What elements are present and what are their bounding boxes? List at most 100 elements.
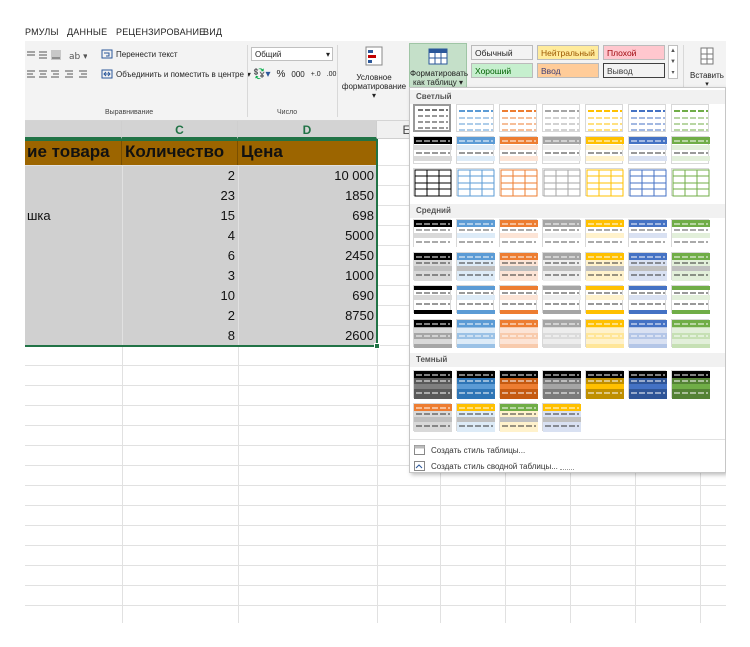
table-cell-quantity[interactable]: 2 xyxy=(123,166,238,186)
table-style-thumb[interactable] xyxy=(628,104,666,132)
format-as-table-button[interactable]: Форматировать как таблицу ▾ xyxy=(409,43,468,89)
table-cell-name[interactable]: шка xyxy=(25,206,122,226)
table-style-thumb[interactable] xyxy=(585,104,623,132)
table-cell-price[interactable]: 698 xyxy=(239,206,377,226)
table-cell-price[interactable]: 1000 xyxy=(239,266,377,286)
number-format-select[interactable]: Общий ▾ xyxy=(251,47,333,61)
resize-grip-icon[interactable] xyxy=(560,469,574,472)
table-style-thumb[interactable] xyxy=(585,252,624,281)
table-style-thumb[interactable] xyxy=(499,285,538,314)
table-style-thumb[interactable] xyxy=(542,104,580,132)
table-header-quantity[interactable]: Количество xyxy=(122,139,238,165)
table-style-thumb[interactable] xyxy=(456,319,495,348)
cell-style-output[interactable]: Вывод xyxy=(603,63,665,78)
table-cell-name[interactable] xyxy=(25,186,122,206)
cell-style-normal[interactable]: Обычный xyxy=(471,45,533,60)
conditional-formatting-button[interactable]: Условное форматирование ▾ xyxy=(341,43,407,107)
table-style-thumb[interactable] xyxy=(456,403,495,432)
currency-icon[interactable]: 💱▾ xyxy=(253,69,270,80)
cell-style-good[interactable]: Хороший xyxy=(471,63,533,78)
table-style-thumb[interactable] xyxy=(671,168,710,197)
table-style-thumb[interactable] xyxy=(542,252,581,281)
table-style-thumb[interactable] xyxy=(628,252,667,281)
table-style-thumb[interactable] xyxy=(585,370,624,399)
percent-button[interactable]: % xyxy=(276,69,285,80)
table-style-thumb[interactable] xyxy=(413,136,452,164)
table-cell-quantity[interactable]: 23 xyxy=(123,186,238,206)
table-style-thumb[interactable] xyxy=(456,252,495,281)
table-style-thumb[interactable] xyxy=(413,168,452,197)
table-cell-quantity[interactable]: 2 xyxy=(123,306,238,326)
table-cell-quantity[interactable]: 15 xyxy=(123,206,238,226)
table-style-thumb[interactable] xyxy=(413,219,452,248)
fill-handle[interactable] xyxy=(374,343,380,349)
table-style-thumb[interactable] xyxy=(585,136,624,164)
table-style-thumb[interactable] xyxy=(628,168,667,197)
table-style-thumb[interactable] xyxy=(499,219,538,248)
table-style-thumb[interactable] xyxy=(671,219,710,248)
table-style-thumb[interactable] xyxy=(671,370,710,399)
table-style-thumb[interactable] xyxy=(542,285,581,314)
table-cell-name[interactable] xyxy=(25,226,122,246)
table-style-thumb[interactable] xyxy=(585,168,624,197)
table-style-thumb[interactable] xyxy=(456,136,495,164)
table-style-thumb[interactable] xyxy=(628,319,667,348)
table-cell-name[interactable] xyxy=(25,266,122,286)
table-style-thumb[interactable] xyxy=(671,252,710,281)
table-style-thumb[interactable] xyxy=(585,285,624,314)
tab-formulas[interactable]: РМУЛЫ xyxy=(25,27,59,37)
new-pivot-style-item[interactable]: Создать стиль сводной таблицы... xyxy=(410,458,558,474)
table-style-thumb[interactable] xyxy=(542,136,581,164)
table-cell-name[interactable] xyxy=(25,166,122,186)
horizontal-align-icons[interactable] xyxy=(27,69,97,81)
table-style-thumb[interactable] xyxy=(499,136,538,164)
table-style-thumb[interactable] xyxy=(413,285,452,314)
table-style-thumb[interactable] xyxy=(456,168,495,197)
decrease-decimal-icon[interactable]: .00 xyxy=(327,71,337,78)
table-style-thumb[interactable] xyxy=(413,319,452,348)
table-style-thumb[interactable] xyxy=(585,219,624,248)
column-header-d[interactable]: D xyxy=(238,121,377,139)
table-style-thumb[interactable] xyxy=(413,403,452,432)
table-style-thumb[interactable] xyxy=(499,252,538,281)
table-cell-quantity[interactable]: 4 xyxy=(123,226,238,246)
table-style-thumb[interactable] xyxy=(499,168,538,197)
table-style-thumb[interactable] xyxy=(413,370,452,399)
table-style-thumb[interactable] xyxy=(628,219,667,248)
cell-style-neutral[interactable]: Нейтральный xyxy=(537,45,599,60)
table-cell-name[interactable] xyxy=(25,306,122,326)
table-style-thumb[interactable] xyxy=(456,219,495,248)
styles-scroll[interactable]: ▲ ▼ ▾ xyxy=(668,45,678,79)
table-style-thumb[interactable] xyxy=(585,319,624,348)
table-style-thumb[interactable] xyxy=(542,219,581,248)
table-style-thumb[interactable] xyxy=(499,370,538,399)
tab-review[interactable]: РЕЦЕНЗИРОВАНИЕ xyxy=(116,27,205,37)
table-cell-price[interactable]: 1850 xyxy=(239,186,377,206)
table-cell-price[interactable]: 8750 xyxy=(239,306,377,326)
table-style-thumb[interactable] xyxy=(628,136,667,164)
table-header-price[interactable]: Цена xyxy=(238,139,377,165)
table-style-thumb[interactable] xyxy=(456,104,494,132)
table-style-thumb[interactable] xyxy=(671,104,709,132)
table-style-thumb[interactable] xyxy=(628,370,667,399)
table-style-thumb[interactable] xyxy=(671,136,710,164)
table-cell-price[interactable]: 690 xyxy=(239,286,377,306)
table-style-thumb[interactable] xyxy=(499,319,538,348)
table-style-thumb[interactable] xyxy=(413,252,452,281)
thousands-button[interactable]: 000 xyxy=(291,70,304,79)
tab-view[interactable]: ВИД xyxy=(203,27,222,37)
table-style-thumb[interactable] xyxy=(542,168,581,197)
table-cell-price[interactable]: 5000 xyxy=(239,226,377,246)
new-table-style-item[interactable]: Создать стиль таблицы... xyxy=(410,442,525,458)
table-cell-quantity[interactable]: 3 xyxy=(123,266,238,286)
table-style-thumb[interactable] xyxy=(542,403,581,432)
wrap-text-button[interactable]: Перенести текст xyxy=(101,49,178,59)
column-header-b[interactable] xyxy=(25,121,122,139)
merge-center-button[interactable]: Объединить и поместить в центре ▾ xyxy=(101,69,251,79)
table-style-thumb[interactable] xyxy=(628,285,667,314)
table-style-thumb[interactable] xyxy=(413,104,451,132)
table-style-thumb[interactable] xyxy=(456,370,495,399)
cell-style-input[interactable]: Ввод xyxy=(537,63,599,78)
increase-decimal-icon[interactable]: +.0 xyxy=(311,71,321,78)
table-cell-quantity[interactable]: 8 xyxy=(123,326,238,346)
